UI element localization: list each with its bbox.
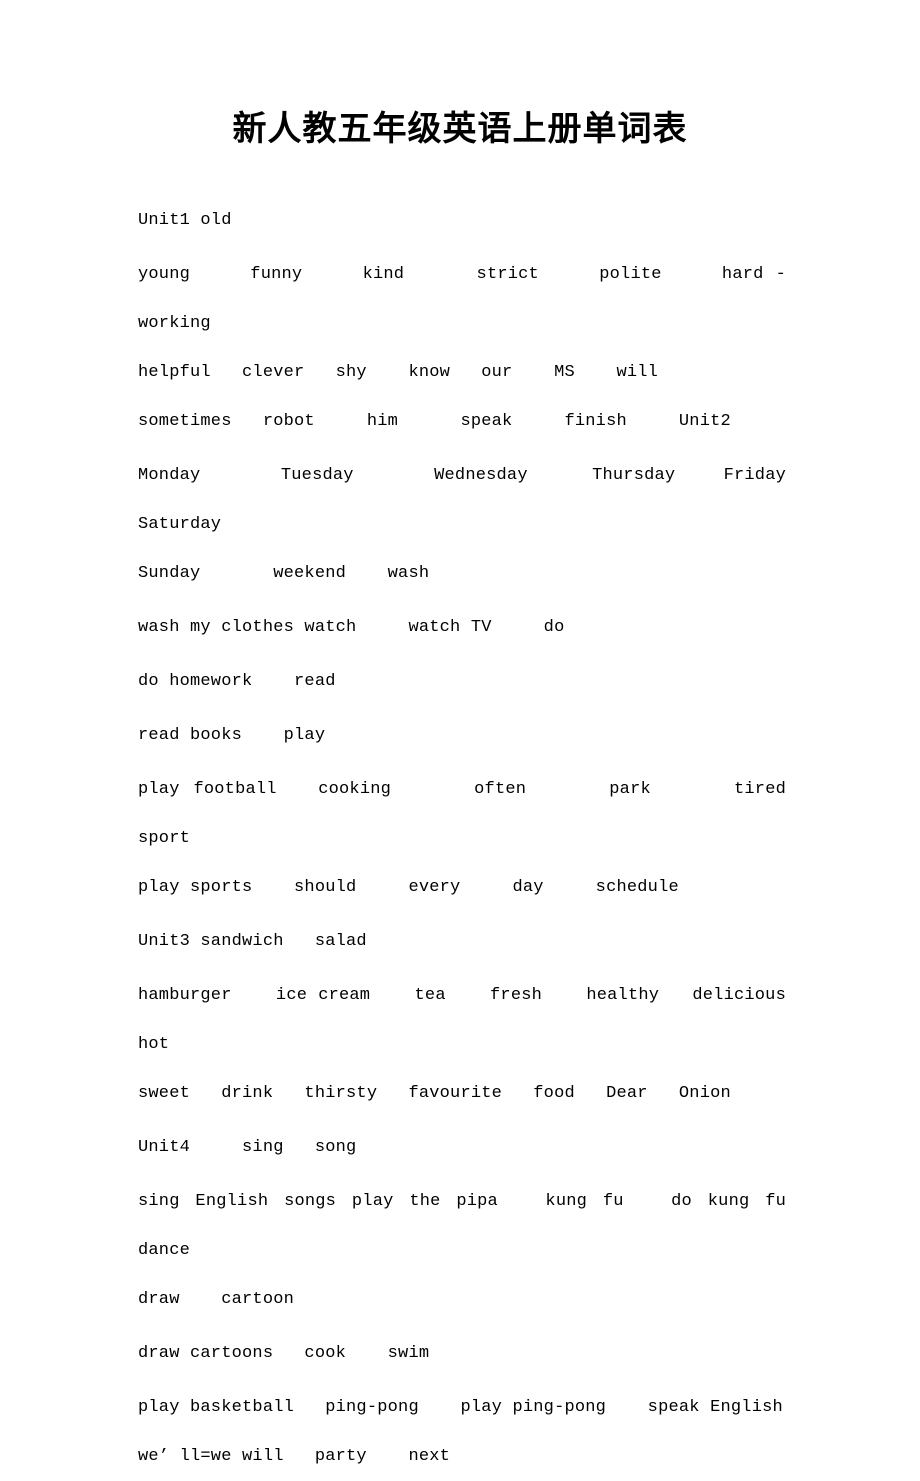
paragraph-unit1-words-cont: sometimes robot him speak finish Unit2 [138, 412, 731, 431]
paragraph-unit3-header: Unit3 sandwich salad [138, 932, 367, 951]
document-page: 新人教五年级英语上册单词表 Unit1 old young funny kind… [0, 0, 920, 1466]
paragraph-unit2-weekdays: Monday Tuesday Wednesday Thursday Friday… [138, 466, 786, 583]
paragraph-unit2-phrases-1: wash my clothes watch watch TV do [138, 618, 565, 637]
page-title: 新人教五年级英语上册单词表 [232, 111, 688, 148]
paragraph-unit1-words: young funny kind strict polite hard -wor… [138, 265, 786, 382]
paragraph-unit3-words: hamburger ice cream tea fresh healthy de… [138, 986, 786, 1103]
paragraph-unit2-phrases-2: do homework read [138, 672, 336, 691]
paragraph-unit4-header: Unit4 sing song [138, 1138, 357, 1157]
paragraph-unit1-header: Unit1 old [138, 211, 232, 230]
paragraph-unit2-phrases-3: read books play [138, 726, 326, 745]
document-body: Unit1 old young funny kind strict polite… [138, 196, 786, 1481]
paragraph-unit2-phrases-4: play football cooking often park tired s… [138, 780, 786, 897]
paragraph-unit4-phrases-3: play basketball ping-pong play ping-pong… [138, 1398, 783, 1466]
paragraph-unit4-phrases-2: draw cartoons cook swim [138, 1344, 430, 1363]
